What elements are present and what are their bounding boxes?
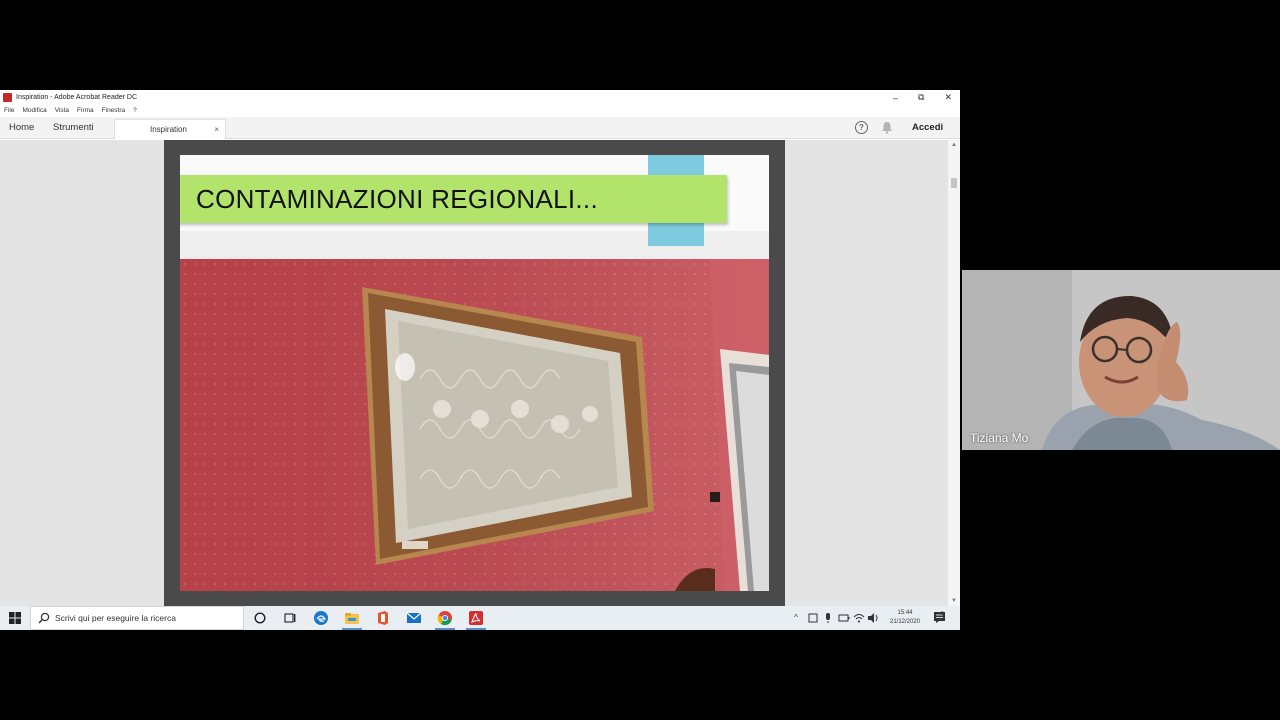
scroll-down-icon[interactable]: ▼ xyxy=(951,598,957,604)
scrollbar-thumb[interactable] xyxy=(951,178,957,188)
lace-frame-photo xyxy=(180,259,769,591)
vertical-scrollbar[interactable]: ▲ ▼ xyxy=(948,140,960,606)
microphone-icon[interactable] xyxy=(823,612,833,624)
restore-button[interactable]: ⧉ xyxy=(918,92,924,103)
participant-video xyxy=(962,270,1280,450)
menu-file[interactable]: File xyxy=(4,107,14,114)
file-explorer-icon[interactable] xyxy=(344,610,360,626)
cortana-icon[interactable] xyxy=(252,610,268,626)
explorer-active-indicator xyxy=(342,628,362,630)
search-icon xyxy=(38,612,50,624)
mail-icon[interactable] xyxy=(406,610,422,626)
participant-video-tile[interactable]: Tiziana Mo xyxy=(962,270,1280,450)
tab-close-icon[interactable]: × xyxy=(214,120,219,139)
taskbar-search[interactable]: Scrivi qui per eseguire la ricerca xyxy=(30,606,244,630)
notifications-icon[interactable] xyxy=(933,611,946,624)
taskbar: Scrivi qui per eseguire la ricerca ^ 15:… xyxy=(0,606,960,630)
tab-tools[interactable]: Strumenti xyxy=(53,117,94,139)
tab-home[interactable]: Home xyxy=(9,117,34,139)
tray-chevron-icon[interactable]: ^ xyxy=(794,606,798,630)
bell-icon[interactable] xyxy=(881,121,893,134)
meeting-stage: Inspiration - Adobe Acrobat Reader DC – … xyxy=(0,0,1280,720)
slide-photo xyxy=(180,259,769,591)
chrome-icon[interactable] xyxy=(437,610,453,626)
chrome-active-indicator xyxy=(435,628,455,630)
office-icon[interactable] xyxy=(375,610,391,626)
edge-icon[interactable] xyxy=(313,610,329,626)
tab-bar: Home Strumenti Inspiration × ? Accedi xyxy=(0,117,960,139)
window-controls: – ⧉ ✕ xyxy=(893,90,952,105)
page-frame: CONTAMINAZIONI REGIONALI... xyxy=(164,140,785,606)
windows-start-icon[interactable] xyxy=(9,612,21,624)
menu-bar: File Modifica Vista Firma Finestra ? xyxy=(0,105,960,116)
wifi-icon[interactable] xyxy=(853,612,865,624)
window-titlebar: Inspiration - Adobe Acrobat Reader DC – … xyxy=(0,90,960,105)
system-clock[interactable]: 15:44 21/12/2020 xyxy=(880,609,930,627)
menu-vista[interactable]: Vista xyxy=(55,107,69,114)
signin-button[interactable]: Accedi xyxy=(912,117,943,139)
participant-name: Tiziana Mo xyxy=(970,431,1029,445)
slide-heading: CONTAMINAZIONI REGIONALI... xyxy=(196,184,598,214)
slide-page: CONTAMINAZIONI REGIONALI... xyxy=(180,155,769,591)
clock-time: 15:44 xyxy=(897,610,913,616)
menu-help[interactable]: ? xyxy=(133,107,137,114)
help-icon[interactable]: ? xyxy=(855,121,868,134)
task-view-icon[interactable] xyxy=(282,610,298,626)
acrobat-icon xyxy=(3,93,12,102)
menu-firma[interactable]: Firma xyxy=(77,107,94,114)
tray-app-icon[interactable] xyxy=(807,612,819,624)
title-banner: CONTAMINAZIONI REGIONALI... xyxy=(180,175,727,223)
menu-modifica[interactable]: Modifica xyxy=(22,107,46,114)
search-placeholder: Scrivi qui per eseguire la ricerca xyxy=(55,613,176,623)
acrobat-taskbar-icon[interactable] xyxy=(468,610,484,626)
volume-icon[interactable] xyxy=(867,612,879,624)
clock-date: 21/12/2020 xyxy=(889,619,921,625)
scroll-up-icon[interactable]: ▲ xyxy=(951,142,957,148)
window-title: Inspiration - Adobe Acrobat Reader DC xyxy=(16,94,138,101)
shared-screen: Inspiration - Adobe Acrobat Reader DC – … xyxy=(0,90,960,630)
tab-document[interactable]: Inspiration × xyxy=(114,119,226,139)
notification-count: 5 xyxy=(941,611,944,617)
close-button[interactable]: ✕ xyxy=(944,92,952,103)
minimize-button[interactable]: – xyxy=(893,93,898,103)
battery-icon[interactable] xyxy=(838,613,850,623)
acrobat-active-indicator xyxy=(466,628,486,630)
tab-document-label: Inspiration xyxy=(150,125,187,134)
menu-finestra[interactable]: Finestra xyxy=(102,107,125,114)
